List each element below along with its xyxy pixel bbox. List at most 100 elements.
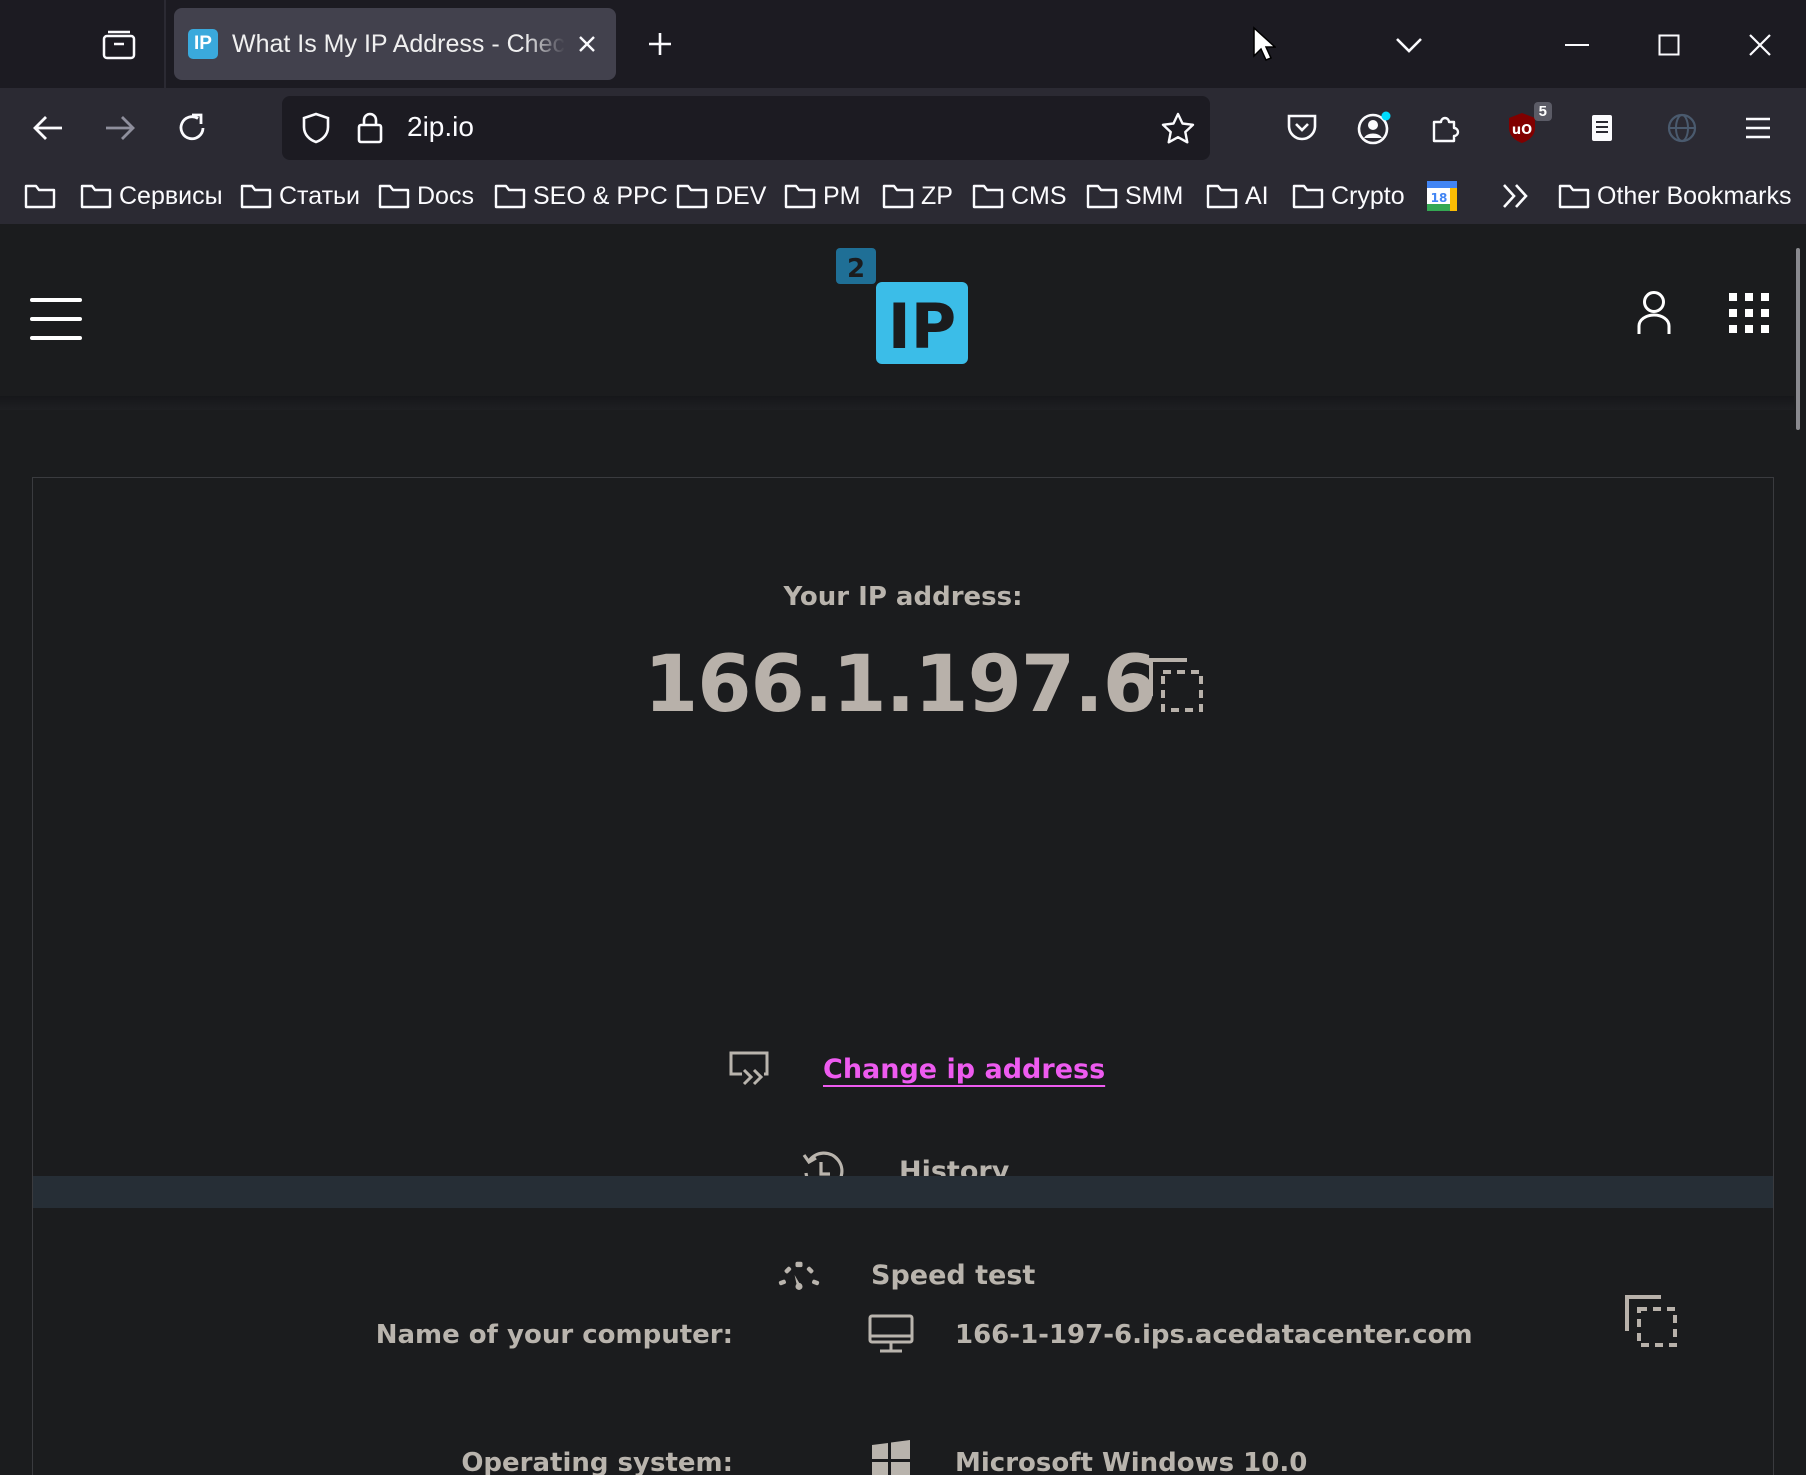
bookmark-label: AI <box>1245 181 1269 210</box>
ip-info-card: Your IP address: 166.1.197.6 Change ip a… <box>32 477 1774 1475</box>
ip-address-row: 166.1.197.6 <box>33 640 1773 730</box>
folder-icon <box>1086 184 1118 209</box>
list-all-tabs-chevron-down-icon[interactable] <box>1384 20 1434 70</box>
copy-ip-icon[interactable] <box>1147 656 1205 714</box>
app-menu-hamburger-icon[interactable] <box>1732 102 1784 154</box>
new-tab-plus-icon[interactable] <box>640 24 680 64</box>
bookmark-folder-services[interactable]: Сервисы <box>80 178 223 214</box>
ip-address-value[interactable]: 166.1.197.6 <box>33 640 1767 730</box>
reader-document-icon[interactable] <box>1576 102 1628 154</box>
computer-name-label: Name of your computer: <box>375 1320 733 1350</box>
translate-globe-icon[interactable] <box>1656 102 1708 154</box>
bookmark-folder-articles[interactable]: Статьи <box>240 178 360 214</box>
reload-icon[interactable] <box>166 102 218 154</box>
bookmark-label: ZP <box>921 181 953 210</box>
folder-icon <box>80 184 112 209</box>
svg-text:IP: IP <box>888 290 957 363</box>
firefox-view-icon[interactable] <box>96 24 142 66</box>
folder-icon <box>882 184 914 209</box>
lock-icon[interactable] <box>350 108 390 148</box>
back-arrow-icon[interactable] <box>22 102 74 154</box>
bookmark-star-icon[interactable] <box>1156 106 1200 150</box>
speedometer-icon <box>777 1253 821 1297</box>
section-divider <box>33 1176 1773 1208</box>
folder-icon <box>784 184 816 209</box>
bookmark-label: CMS <box>1011 181 1067 210</box>
pocket-icon[interactable] <box>1276 102 1328 154</box>
more-bookmarks-chevrons-icon[interactable] <box>1500 178 1539 214</box>
bookmark-folder-dev[interactable]: DEV <box>676 178 766 214</box>
folder-icon <box>1558 184 1590 209</box>
os-value: Microsoft Windows 10.0 <box>955 1448 1308 1475</box>
other-bookmarks-folder[interactable]: Other Bookmarks <box>1558 178 1792 214</box>
folder-icon <box>494 184 526 209</box>
bookmark-folder-docs[interactable]: Docs <box>378 178 474 214</box>
user-profile-icon[interactable] <box>1632 286 1676 340</box>
site-header: 2 IP <box>0 224 1794 396</box>
bookmark-label: Docs <box>417 181 474 210</box>
bookmark-folder-zp[interactable]: ZP <box>882 178 953 214</box>
change-ip-monitor-arrows-icon <box>727 1047 771 1091</box>
bookmark-label: SMM <box>1125 181 1184 210</box>
apps-grid-icon[interactable] <box>1726 290 1772 336</box>
other-bookmarks-label: Other Bookmarks <box>1597 181 1792 210</box>
browser-titlebar: IP What Is My IP Address - Check your <box>0 0 1806 88</box>
bookmark-folder-crypto[interactable]: Crypto <box>1292 178 1405 214</box>
page-scrollbar-thumb[interactable] <box>1796 248 1800 430</box>
extensions-puzzle-icon[interactable] <box>1420 102 1472 154</box>
bookmark-label: SEO & PPC <box>533 181 668 210</box>
tab-favicon-icon: IP <box>188 29 218 59</box>
2ip-logo[interactable]: 2 IP <box>836 248 970 366</box>
ublock-badge: 5 <box>1533 102 1552 121</box>
bookmark-label: DEV <box>715 181 767 210</box>
folder-icon <box>972 184 1004 209</box>
tab-title: What Is My IP Address - Check your <box>232 29 565 58</box>
svg-text:18: 18 <box>1431 191 1448 205</box>
bookmark-folder-smm[interactable]: SMM <box>1086 178 1183 214</box>
windows-logo-icon <box>867 1436 915 1475</box>
bookmark-folder-seo-ppc[interactable]: SEO & PPC <box>494 178 668 214</box>
speed-test-action[interactable]: Speed test <box>777 1250 1035 1300</box>
os-label: Operating system: <box>461 1448 733 1475</box>
bookmark-label: Статьи <box>279 181 361 210</box>
bookmark-folder-icon[interactable] <box>24 178 63 214</box>
folder-icon <box>378 184 410 209</box>
tab-close-icon[interactable] <box>573 29 602 59</box>
change-ip-link[interactable]: Change ip address <box>823 1054 1105 1085</box>
bookmarks-toolbar: Сервисы Статьи Docs SEO & PPC DEV PM ZP … <box>0 168 1806 224</box>
account-icon[interactable] <box>1348 102 1400 154</box>
url-bar[interactable]: 2ip.io <box>282 96 1210 160</box>
mouse-cursor-icon <box>1252 26 1277 67</box>
site-menu-hamburger-icon[interactable] <box>30 298 82 340</box>
folder-icon <box>1206 184 1238 209</box>
google-calendar-icon[interactable]: 18 <box>1426 178 1465 214</box>
bookmark-label: Сервисы <box>119 181 223 210</box>
tracking-protection-shield-icon[interactable] <box>296 108 336 148</box>
ip-address-label: Your IP address: <box>783 582 1023 612</box>
folder-icon <box>676 184 708 209</box>
header-shadow <box>0 396 1794 410</box>
minimize-icon[interactable] <box>1552 20 1602 70</box>
svg-text:uO: uO <box>1512 123 1532 138</box>
computer-name-value[interactable]: 166-1-197-6.ips.acedatacenter.com <box>955 1320 1473 1350</box>
change-ip-action[interactable]: Change ip address <box>727 1044 1105 1094</box>
maximize-icon[interactable] <box>1644 20 1694 70</box>
bookmark-label: PM <box>823 181 861 210</box>
active-tab[interactable]: IP What Is My IP Address - Check your <box>174 8 616 80</box>
window-close-icon[interactable] <box>1735 20 1785 70</box>
tab-separator <box>164 0 166 88</box>
bookmark-folder-ai[interactable]: AI <box>1206 178 1269 214</box>
bookmark-label: Crypto <box>1331 181 1405 210</box>
computer-monitor-icon <box>867 1310 915 1358</box>
ublock-origin-icon[interactable]: uO 5 <box>1496 102 1552 154</box>
bookmark-folder-pm[interactable]: PM <box>784 178 861 214</box>
copy-hostname-icon[interactable] <box>1623 1293 1679 1349</box>
svg-text:2: 2 <box>847 254 865 284</box>
speed-test-label[interactable]: Speed test <box>871 1260 1035 1291</box>
page-content: 2 IP Your IP address: 166.1.197.6 Change… <box>0 224 1806 1475</box>
bookmark-folder-cms[interactable]: CMS <box>972 178 1067 214</box>
folder-icon <box>240 184 272 209</box>
forward-arrow-icon[interactable] <box>94 102 146 154</box>
navigation-toolbar: 2ip.io uO 5 <box>0 88 1806 168</box>
url-text[interactable]: 2ip.io <box>407 111 474 143</box>
